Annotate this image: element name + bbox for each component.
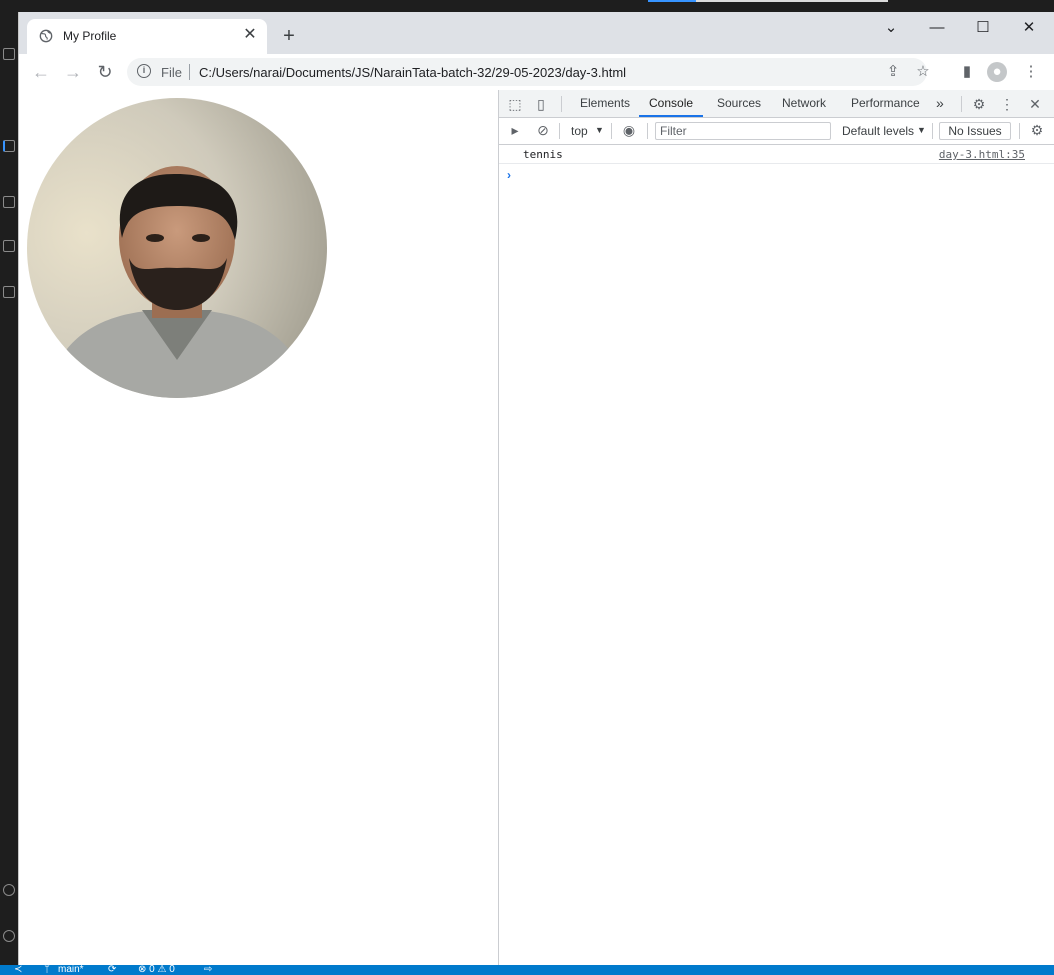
tab-close-icon[interactable]: ✕ [241,26,259,44]
tab-network[interactable]: Network [781,90,827,117]
console-source-link[interactable]: day-3.html:35 [939,148,1025,161]
side-panel-icon[interactable]: ▮ [957,62,977,82]
url-text[interactable]: C:/Users/narai/Documents/JS/NarainTata-b… [199,65,626,80]
console-message-row: tennis day-3.html:35 [499,145,1054,164]
toolbar-divider [932,123,933,139]
console-toolbar: ▸ ⊘ top ▼ ◉ Filter Default levels ▼ No I… [499,118,1054,145]
console-filter-input[interactable]: Filter [655,122,831,140]
toolbar-divider [1019,123,1020,139]
toolbar-divider [647,123,648,139]
profile-avatar-icon[interactable]: ● [987,62,1007,82]
context-dropdown-icon[interactable]: ▼ [595,125,604,135]
tab-elements[interactable]: Elements [579,90,631,117]
console-settings-gear-icon[interactable]: ⚙ [1029,122,1045,138]
remote-icon[interactable]: ≺ [14,965,22,975]
devtools-panel: ⬚ ▯ Elements Console Sources Network Per… [499,90,1054,965]
toolbar-divider [961,96,962,112]
live-expression-eye-icon[interactable]: ◉ [621,122,637,138]
back-icon[interactable]: ← [31,62,51,82]
address-bar[interactable]: i File C:/Users/narai/Documents/JS/Narai… [127,58,930,86]
globe-icon [39,29,53,43]
live-share-icon[interactable]: ⇨ [204,965,212,975]
device-toolbar-icon[interactable]: ▯ [533,96,549,112]
scheme-label: File [161,65,182,80]
issues-button[interactable]: No Issues [939,122,1011,140]
problems-indicator[interactable]: ⊗ 0 ⚠ 0 [138,965,175,975]
customize-kebab-icon[interactable]: ⋮ [999,96,1015,112]
menu-kebab-icon[interactable]: ⋮ [1021,62,1041,82]
more-tabs-icon[interactable]: » [935,90,945,117]
tab-console[interactable]: Console [639,90,704,117]
site-info-icon[interactable]: i [137,64,151,78]
address-divider [189,64,190,80]
tab-strip: My Profile ✕ + ⌄ — ☐ ✕ [19,12,1054,54]
levels-dropdown-icon[interactable]: ▼ [917,125,926,135]
vscode-status-bar: ≺ ᛘ main* ⟳ ⊗ 0 ⚠ 0 ⇨ [0,965,1054,975]
console-prompt-icon[interactable]: › [507,168,511,182]
forward-icon[interactable]: → [63,62,83,82]
bookmark-star-icon[interactable]: ☆ [913,62,933,82]
account-icon[interactable] [3,884,15,896]
sync-icon[interactable]: ⟳ [108,965,116,975]
share-icon[interactable]: ⇪ [883,62,903,82]
reload-icon[interactable]: ↻ [95,62,115,82]
devtools-tab-bar: ⬚ ▯ Elements Console Sources Network Per… [499,90,1054,118]
close-window-button[interactable]: ✕ [1011,16,1047,40]
tab-search-icon[interactable]: ⌄ [873,16,909,40]
sidebar-toggle-icon[interactable]: ▸ [507,122,523,138]
vscode-activity-bar [0,0,18,965]
new-tab-button[interactable]: + [279,26,299,46]
page-viewport [19,90,499,965]
remote-explorer-icon[interactable] [3,286,15,298]
browser-toolbar: ← → ↻ i File C:/Users/narai/Documents/JS… [19,54,1054,91]
clear-console-icon[interactable]: ⊘ [535,122,551,138]
source-control-icon[interactable] [3,140,15,152]
browser-tab[interactable]: My Profile ✕ [27,19,267,54]
explorer-icon[interactable] [3,48,15,60]
vscode-accent-bar-blue [648,0,696,2]
settings-gear-icon[interactable]: ⚙ [971,96,987,112]
debug-icon[interactable] [3,196,15,208]
manage-gear-icon[interactable] [3,930,15,942]
maximize-button[interactable]: ☐ [965,16,1001,40]
browser-window: My Profile ✕ + ⌄ — ☐ ✕ ← → ↻ i File C:/U… [18,12,1054,965]
tab-title: My Profile [63,29,117,43]
context-selector[interactable]: top [571,124,588,138]
inspect-element-icon[interactable]: ⬚ [507,96,523,112]
branch-label[interactable]: main* [58,965,84,975]
toolbar-divider [561,96,562,112]
branch-icon: ᛘ [44,964,50,975]
vscode-title-bar [0,0,1054,12]
tab-sources[interactable]: Sources [716,90,762,117]
profile-photo [27,98,327,398]
close-devtools-icon[interactable]: ✕ [1027,96,1043,112]
log-levels-dropdown[interactable]: Default levels [842,124,914,138]
toolbar-divider [559,123,560,139]
minimize-button[interactable]: — [919,16,955,40]
console-message-text: tennis [523,148,563,161]
extensions-icon[interactable] [3,240,15,252]
tab-performance[interactable]: Performance [850,90,921,117]
toolbar-divider [611,123,612,139]
